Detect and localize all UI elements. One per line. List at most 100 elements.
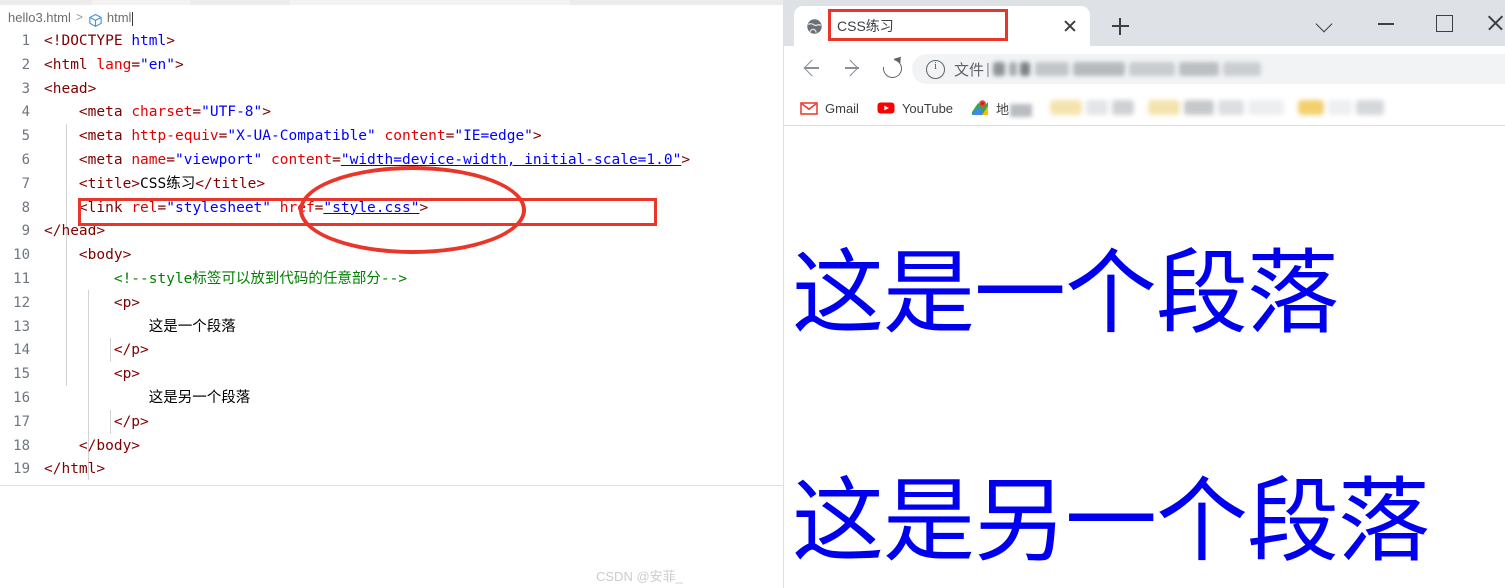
code-line[interactable]: 17 </p>: [0, 411, 784, 435]
page-viewport: 这是一个段落 这是另一个段落: [784, 126, 1505, 588]
code-line[interactable]: 8 <link rel="stylesheet" href="style.css…: [0, 197, 784, 221]
omnibox-redacted-url: [992, 60, 1263, 78]
line-number: 2: [21, 56, 30, 73]
line-code: <p>: [44, 292, 140, 316]
line-code: </p>: [44, 411, 149, 435]
code-token: 这是另一个段落: [44, 389, 251, 406]
code-token: "width=device-width, initial-scale=1.0": [340, 151, 682, 168]
code-token: </html>: [44, 461, 106, 478]
code-token: content: [384, 128, 446, 145]
code-token: name: [131, 151, 167, 168]
code-token: >: [419, 199, 429, 216]
code-token: <meta: [78, 151, 132, 168]
line-number: 5: [21, 128, 30, 145]
code-token: href: [279, 199, 315, 216]
code-line[interactable]: 6 <meta name="viewport" content="width=d…: [0, 149, 784, 173]
code-line[interactable]: 15 <p>: [0, 363, 784, 387]
code-token: html: [131, 33, 167, 49]
code-token: "en": [140, 56, 175, 73]
bookmark-redacted[interactable]: [1050, 98, 1135, 118]
line-number: 13: [13, 318, 30, 335]
address-bar[interactable]: 文件 |: [912, 54, 1505, 84]
bookmark-redacted[interactable]: [1298, 98, 1385, 118]
page-paragraph: 这是一个段落: [792, 240, 1339, 347]
bookmark-label: YouTube: [901, 100, 954, 116]
plus-icon[interactable]: [1106, 12, 1134, 40]
code-token: <head>: [44, 80, 97, 97]
bookmark-label: Gmail: [825, 100, 859, 116]
line-code: </html>: [44, 458, 105, 482]
code-token: =: [192, 104, 202, 121]
line-code: </p>: [44, 339, 149, 363]
reload-button[interactable]: [876, 52, 908, 84]
code-line[interactable]: 9 </head>: [0, 220, 784, 244]
code-line[interactable]: 1 <!DOCTYPE html>: [0, 30, 784, 54]
code-line[interactable]: 13 这是一个段落: [0, 316, 784, 340]
maximize-button[interactable]: [1420, 0, 1472, 46]
chevron-down-icon: [1315, 15, 1333, 33]
code-line[interactable]: 2 <html lang="en">: [0, 54, 784, 78]
code-token: =: [157, 199, 167, 216]
code-token: =: [166, 151, 175, 168]
close-icon[interactable]: [1058, 14, 1082, 38]
code-line[interactable]: 10 <body>: [0, 244, 784, 268]
code-line[interactable]: 12 <p>: [0, 292, 784, 316]
line-code: <!--style标签可以放到代码的任意部分-->: [44, 268, 407, 292]
code-token: >: [174, 56, 184, 73]
code-token: "stylesheet": [166, 199, 272, 216]
code-content[interactable]: 1 <!DOCTYPE html> 2 <html lang="en"> 3 <head>…: [0, 30, 784, 485]
line-number: 17: [13, 413, 30, 430]
code-token: </body>: [78, 437, 141, 454]
code-line[interactable]: 18 </body>: [0, 435, 784, 459]
html-symbol-icon: [88, 13, 103, 28]
code-line[interactable]: 16 这是另一个段落: [0, 387, 784, 411]
code-token: <link: [78, 199, 132, 216]
bookmark-label: 地: [996, 101, 1010, 117]
code-token: "IE=edge": [454, 128, 533, 145]
breadcrumb[interactable]: hello3.html > html: [0, 5, 784, 29]
back-button[interactable]: [796, 52, 828, 84]
info-circle-icon[interactable]: [926, 59, 945, 79]
code-line[interactable]: 14 </p>: [0, 339, 784, 363]
code-token: <!DOCTYPE: [44, 33, 132, 49]
code-line[interactable]: 11 <!--style标签可以放到代码的任意部分-->: [0, 268, 784, 292]
text-cursor: [132, 12, 134, 26]
line-code: </body>: [44, 435, 140, 459]
code-line[interactable]: 5 <meta http-equiv="X-UA-Compatible" con…: [0, 125, 784, 149]
line-number: 12: [13, 294, 30, 311]
breadcrumb-symbol[interactable]: html: [107, 10, 132, 25]
line-code: <title>CSS练习</title>: [44, 173, 265, 197]
bookmark-redacted[interactable]: [1148, 98, 1285, 118]
line-code: 这是一个段落: [44, 316, 236, 340]
line-code: <p>: [44, 363, 140, 387]
browser-tab[interactable]: CSS练习: [794, 6, 1090, 46]
code-token: </head>: [44, 223, 106, 240]
line-number: 9: [21, 223, 30, 240]
code-token: "UTF-8": [201, 104, 263, 121]
minimize-icon: [1378, 23, 1394, 25]
close-window-button[interactable]: [1474, 0, 1505, 46]
code-token: rel: [131, 199, 158, 216]
code-line[interactable]: 19 </html>: [0, 458, 784, 482]
line-code: <head>: [44, 78, 96, 102]
bookmark-maps[interactable]: 地: [971, 99, 1033, 118]
code-token: >: [166, 33, 175, 49]
code-token: content: [271, 151, 333, 168]
bookmark-gmail[interactable]: Gmail: [800, 99, 859, 117]
browser-title-bar: CSS练习: [784, 0, 1505, 46]
bookmark-youtube[interactable]: YouTube: [877, 99, 953, 117]
forward-button[interactable]: [836, 52, 868, 84]
tab-search-button[interactable]: [1300, 0, 1352, 46]
minimize-button[interactable]: [1364, 0, 1416, 46]
code-line[interactable]: 7 <title>CSS练习</title>: [0, 173, 784, 197]
code-token: <meta: [78, 104, 132, 121]
code-line[interactable]: 3 <head>: [0, 78, 784, 102]
code-token: CSS练习: [140, 175, 196, 192]
breadcrumb-file[interactable]: hello3.html: [8, 10, 71, 25]
code-line[interactable]: 4 <meta charset="UTF-8">: [0, 101, 784, 125]
